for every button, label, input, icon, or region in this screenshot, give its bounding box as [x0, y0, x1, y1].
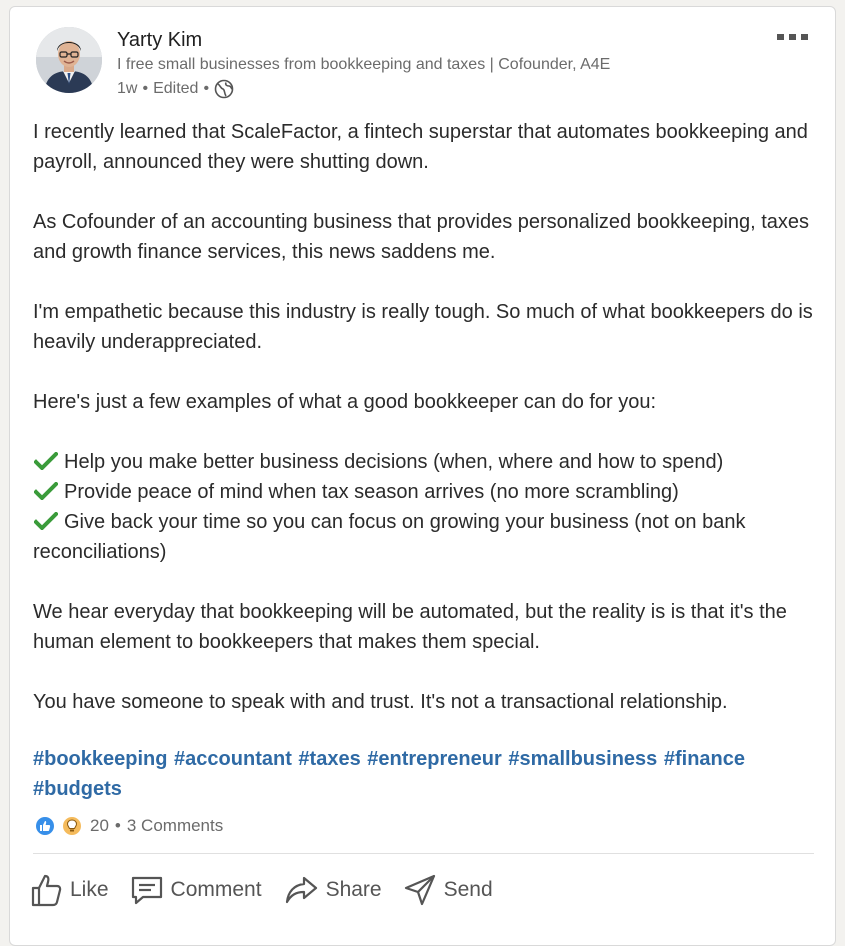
list-item: Provide peace of mind when tax season ar… — [33, 477, 818, 507]
post-paragraph: We hear everyday that bookkeeping will b… — [33, 601, 787, 653]
social-counts: 20 • 3 Comments — [34, 815, 223, 837]
list-item: Give back your time so you can focus on … — [33, 507, 818, 567]
post-meta: 1w • Edited • — [117, 79, 234, 99]
author-avatar[interactable] — [36, 27, 102, 93]
author-name[interactable]: Yarty Kim — [117, 29, 202, 52]
hashtag-link[interactable]: #entrepreneur — [367, 748, 502, 770]
comment-button[interactable]: Comment — [131, 875, 262, 905]
comment-label: Comment — [170, 878, 262, 901]
count-separator: • — [114, 816, 121, 835]
check-mark-icon — [34, 482, 58, 500]
send-button[interactable]: Send — [404, 874, 493, 906]
post-paragraph: As Cofounder of an accounting business t… — [33, 211, 810, 263]
benefits-list: Help you make better business decisions … — [33, 447, 818, 567]
like-reaction-icon[interactable] — [34, 815, 56, 837]
more-horizontal-icon — [776, 34, 784, 40]
like-button[interactable]: Like — [30, 873, 109, 907]
hashtags: #bookkeeping #accountant #taxes #entrepr… — [33, 744, 818, 804]
list-item-text: Help you make better business decisions … — [64, 451, 724, 473]
post-paragraph: Here's just a few examples of what a goo… — [33, 391, 657, 413]
insightful-reaction-icon[interactable] — [61, 815, 83, 837]
more-options-button[interactable] — [775, 29, 809, 45]
hashtag-link[interactable]: #budgets — [33, 778, 122, 800]
list-item-text: Provide peace of mind when tax season ar… — [64, 481, 679, 503]
share-arrow-icon — [285, 876, 317, 904]
edited-label: Edited — [153, 80, 199, 97]
post-card: Yarty Kim I free small businesses from b… — [9, 6, 836, 946]
more-dot — [788, 34, 796, 40]
meta-separator: • — [203, 80, 210, 97]
check-mark-icon — [34, 452, 58, 470]
action-bar: Like Comment Share Send — [30, 873, 515, 907]
like-label: Like — [70, 878, 109, 901]
post-paragraph: I recently learned that ScaleFactor, a f… — [33, 121, 808, 173]
hashtag-link[interactable]: #accountant — [174, 748, 292, 770]
post-body: I recently learned that ScaleFactor, a f… — [33, 117, 818, 747]
send-label: Send — [443, 878, 493, 901]
post-time: 1w — [117, 80, 138, 97]
post-paragraph: You have someone to speak with and trust… — [33, 691, 728, 713]
share-label: Share — [325, 878, 382, 901]
hashtag-link[interactable]: #taxes — [298, 748, 360, 770]
thumbs-up-icon — [31, 874, 62, 907]
reaction-count[interactable]: 20 — [90, 816, 109, 836]
divider — [33, 853, 814, 854]
post-paragraph: I'm empathetic because this industry is … — [33, 301, 813, 353]
paper-plane-icon — [404, 874, 435, 906]
avatar-photo — [36, 27, 102, 93]
comments-count-link[interactable]: 3 Comments — [127, 816, 223, 836]
check-mark-icon — [34, 512, 58, 530]
share-button[interactable]: Share — [284, 875, 382, 905]
author-headline: I free small businesses from bookkeeping… — [117, 56, 611, 73]
meta-separator: • — [142, 80, 149, 97]
list-item: Help you make better business decisions … — [33, 447, 818, 477]
comment-icon — [131, 876, 162, 905]
globe-icon — [214, 79, 234, 99]
list-item-text: Give back your time so you can focus on … — [33, 511, 746, 563]
more-dot — [800, 34, 808, 40]
hashtag-link[interactable]: #bookkeeping — [33, 748, 167, 770]
hashtag-link[interactable]: #finance — [664, 748, 745, 770]
hashtag-link[interactable]: #smallbusiness — [508, 748, 657, 770]
